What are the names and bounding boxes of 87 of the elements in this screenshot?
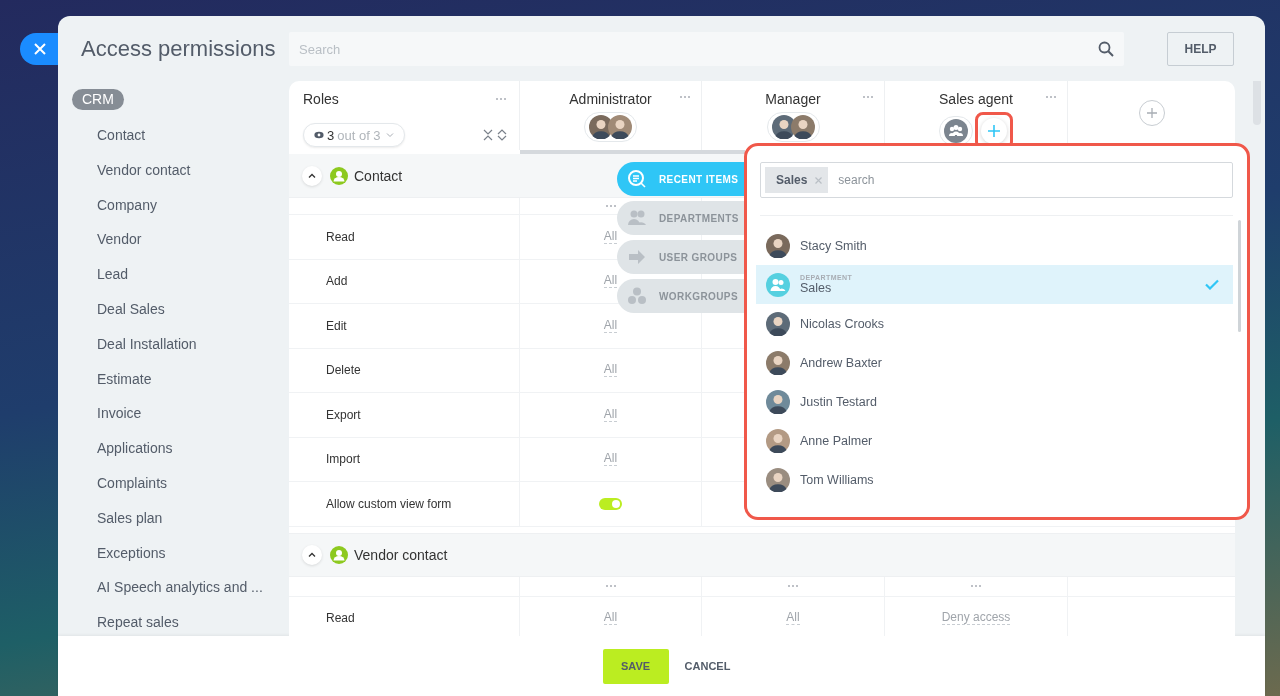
plus-icon	[988, 125, 1000, 137]
member-item[interactable]: Anne Palmer	[756, 421, 1233, 460]
search-icon	[1098, 41, 1114, 57]
close-icon	[34, 43, 46, 55]
chevron-icon	[308, 172, 316, 179]
save-button[interactable]: SAVE	[602, 648, 669, 684]
avatar-icon	[766, 350, 790, 375]
member-item[interactable]: Andrew Baxter	[756, 343, 1233, 382]
member-group[interactable]	[766, 112, 820, 142]
sidebar-item[interactable]: Repeat sales	[72, 605, 289, 636]
collapse-icon[interactable]	[483, 129, 493, 141]
sidebar-item[interactable]: Vendor contact	[72, 152, 289, 188]
eye-icon	[314, 131, 324, 139]
more-icon[interactable]	[679, 95, 691, 99]
more-icon[interactable]	[787, 584, 799, 588]
window-title: Access permissions	[81, 35, 277, 63]
avatar-icon	[766, 389, 790, 414]
permission-label: Allow custom view form	[326, 496, 452, 511]
sidebar-item[interactable]: Applications	[72, 431, 289, 466]
collapse-toggle[interactable]	[302, 165, 322, 186]
sidebar-item[interactable]: Exceptions	[72, 535, 289, 571]
more-icon[interactable]	[970, 584, 982, 588]
scrollbar[interactable]	[520, 150, 745, 154]
scrollbar[interactable]	[1238, 220, 1241, 332]
expand-icon[interactable]	[497, 129, 507, 141]
sidebar-item[interactable]: AI Speech analytics and ...	[72, 570, 289, 606]
permission-label: Export	[326, 407, 361, 422]
permission-label: Delete	[326, 363, 361, 378]
collapse-toggle[interactable]	[302, 544, 322, 565]
help-button[interactable]: HELP	[1167, 32, 1234, 66]
more-icon[interactable]	[604, 584, 617, 588]
role-filter[interactable]: 3 out of 3	[303, 123, 405, 147]
permission-label: Read	[326, 611, 355, 626]
member-item[interactable]: Justin Testard	[756, 382, 1233, 421]
more-icon[interactable]	[1045, 95, 1057, 99]
check-icon	[1205, 279, 1219, 290]
circles-icon	[627, 286, 647, 306]
avatar-icon	[790, 115, 815, 139]
avatar-icon	[766, 311, 790, 336]
cancel-button[interactable]: CANCEL	[684, 660, 731, 672]
search-field[interactable]: Search	[289, 32, 1124, 66]
more-icon[interactable]	[862, 95, 874, 99]
sidebar-item[interactable]: Vendor	[72, 222, 289, 258]
sidebar-item[interactable]: Complaints	[72, 465, 289, 501]
member-item[interactable]: Tom Williams	[756, 460, 1233, 499]
permission-label: Import	[326, 452, 360, 467]
sidebar-item[interactable]: Estimate	[72, 361, 289, 397]
person-icon	[330, 166, 348, 185]
toggle-switch[interactable]	[599, 497, 622, 510]
sidebar-item[interactable]: Invoice	[72, 396, 289, 432]
column-title: Sales agent	[939, 91, 1013, 107]
sidebar-item[interactable]: Company	[72, 187, 289, 223]
department-icon	[766, 272, 790, 297]
person-icon	[330, 545, 348, 564]
section-title: Contact	[354, 167, 403, 184]
member-group[interactable]	[584, 112, 637, 142]
sidebar-item[interactable]: Sales plan	[72, 500, 289, 536]
chevron-down-icon	[385, 132, 394, 138]
search-list-icon	[627, 169, 647, 189]
people-icon	[627, 208, 647, 228]
search-field[interactable]: Sales search	[760, 162, 1233, 198]
chevron-icon	[308, 551, 316, 558]
column-title: Administrator	[569, 91, 652, 107]
plus-icon	[1146, 107, 1157, 118]
add-role-button[interactable]	[1138, 99, 1165, 126]
more-icon[interactable]	[604, 204, 617, 208]
arrow-right-icon	[627, 247, 647, 267]
permission-label: Add	[326, 274, 348, 289]
sidebar-item[interactable]: Contact	[72, 118, 289, 153]
add-member-button[interactable]	[981, 118, 1007, 144]
column-title: Manager	[765, 91, 821, 107]
sidebar-item[interactable]: Lead	[72, 257, 289, 292]
close-icon[interactable]	[815, 176, 823, 184]
sidebar-item[interactable]: Deal Sales	[72, 292, 289, 327]
permission-label: Read	[326, 229, 355, 244]
selected-tag[interactable]: Sales	[765, 167, 829, 193]
avatar-icon	[766, 467, 790, 492]
more-icon[interactable]	[495, 97, 507, 101]
sidebar-group[interactable]: CRM	[72, 89, 124, 110]
permission-label: Edit	[326, 318, 347, 333]
avatar-icon	[608, 115, 632, 139]
avatar-icon	[766, 428, 790, 453]
sidebar-item[interactable]: Deal Installation	[72, 326, 289, 362]
close-button[interactable]	[20, 33, 58, 65]
section-title: Vendor contact	[354, 546, 448, 563]
avatar-icon	[766, 233, 790, 258]
column-title: Roles	[303, 91, 339, 107]
